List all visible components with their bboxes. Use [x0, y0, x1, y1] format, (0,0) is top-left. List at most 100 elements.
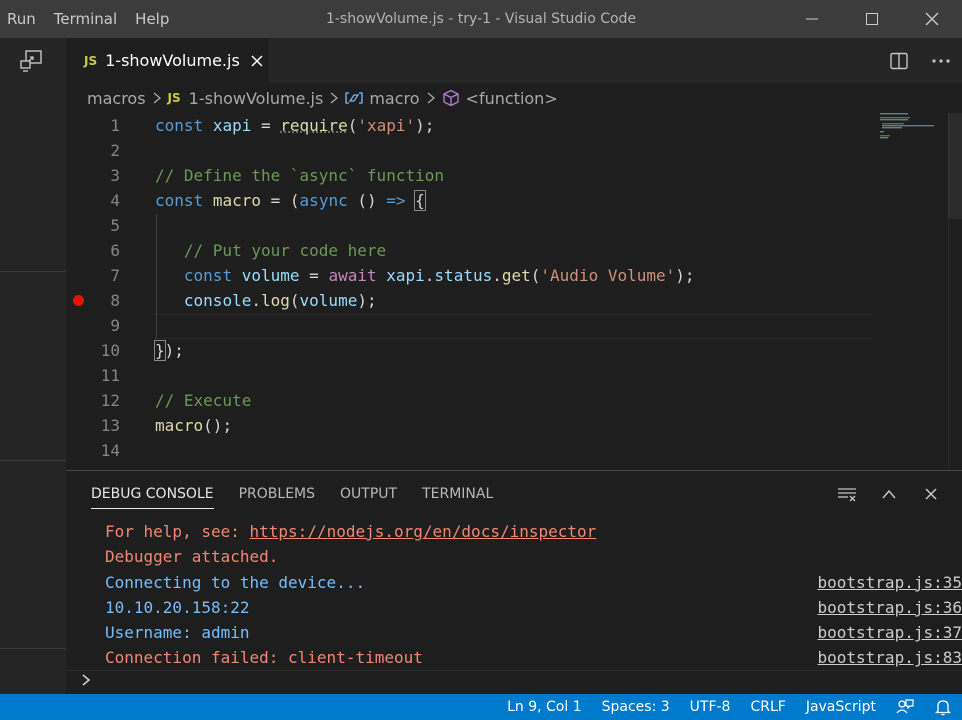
activity-bar — [0, 38, 66, 694]
clear-console-button[interactable] — [826, 480, 868, 508]
code-line[interactable]: 13 macro(); — [66, 413, 886, 438]
menu-terminal[interactable]: Terminal — [46, 10, 127, 28]
line-number: 3 — [110, 166, 120, 185]
status-eol[interactable]: CRLF — [740, 694, 795, 720]
panel-tabs: DEBUG CONSOLE PROBLEMS OUTPUT TERMINAL — [66, 471, 493, 517]
code-line[interactable]: 10 }); — [66, 338, 886, 363]
code-line[interactable]: 14 — [66, 438, 886, 463]
minimize-button[interactable] — [782, 0, 842, 38]
console-link[interactable]: https://nodejs.org/en/docs/inspector — [250, 522, 597, 541]
clear-console-icon — [838, 488, 856, 502]
vertical-scrollbar[interactable] — [948, 113, 962, 470]
status-encoding[interactable]: UTF-8 — [680, 694, 741, 720]
line-number: 8 — [110, 291, 120, 310]
breadcrumb-symbol[interactable]: macro — [345, 89, 420, 108]
status-bar-right: Ln 9, Col 1 Spaces: 3 UTF-8 CRLF JavaScr… — [497, 694, 962, 720]
code-line[interactable]: 3 // Define the `async` function — [66, 163, 886, 188]
feedback-icon[interactable] — [886, 694, 924, 720]
title-bar: Run Terminal Help 1-showVolume.js - try-… — [0, 0, 962, 38]
maximize-icon — [866, 13, 878, 25]
status-language[interactable]: JavaScript — [796, 694, 886, 720]
tab-problems[interactable]: PROBLEMS — [239, 471, 315, 502]
breadcrumb-function[interactable]: <function> — [442, 89, 558, 108]
close-icon[interactable] — [250, 54, 264, 68]
code-line[interactable]: 1 const xapi = require('xapi'); — [66, 113, 886, 138]
code-line[interactable]: 4 const macro = (async () => { — [66, 188, 886, 213]
code-line[interactable]: 9 — [66, 313, 886, 338]
activity-divider — [0, 460, 66, 461]
breadcrumb-folder[interactable]: macros — [87, 89, 146, 108]
bell-icon[interactable] — [924, 694, 962, 720]
code-text: console.log(volume); — [183, 291, 377, 310]
code-text: const xapi = require('xapi'); — [155, 116, 435, 135]
line-number: 1 — [110, 116, 120, 135]
line-number: 14 — [100, 441, 120, 460]
tab-debug-console[interactable]: DEBUG CONSOLE — [91, 471, 214, 509]
code-line[interactable]: 8 console.log(volume); — [66, 288, 886, 313]
tab-label: 1-showVolume.js — [105, 51, 240, 70]
source-link[interactable]: bootstrap.js:37 — [818, 620, 962, 645]
console-message: Connection failed: client-timeout — [105, 648, 423, 668]
menu-bar: Run Terminal Help — [0, 0, 179, 38]
menu-run[interactable]: Run — [0, 10, 46, 28]
breadcrumb-file[interactable]: JS 1-showVolume.js — [168, 89, 324, 108]
code-editor[interactable]: 1 const xapi = require('xapi'); 2 3 // D… — [66, 113, 962, 470]
close-panel-button[interactable] — [910, 480, 952, 508]
tab-1-showvolume[interactable]: JS 1-showVolume.js — [66, 38, 269, 83]
menu-help[interactable]: Help — [127, 10, 179, 28]
source-link[interactable]: bootstrap.js:35 — [818, 570, 962, 595]
panel-actions — [826, 480, 952, 508]
console-line: For help, see: https://nodejs.org/en/doc… — [66, 519, 962, 544]
variable-icon — [345, 91, 363, 105]
close-icon — [925, 12, 939, 26]
tab-output[interactable]: OUTPUT — [340, 471, 397, 502]
close-window-button[interactable] — [902, 0, 962, 38]
status-indentation[interactable]: Spaces: 3 — [592, 694, 680, 720]
remote-explorer-icon[interactable] — [18, 48, 44, 74]
more-actions-button[interactable] — [920, 38, 962, 83]
chevron-right-icon — [152, 92, 162, 104]
code-comment: // Define the `async` function — [155, 166, 444, 185]
function-cube-icon — [442, 89, 460, 107]
line-number: 13 — [100, 416, 120, 435]
tab-terminal[interactable]: TERMINAL — [422, 471, 493, 502]
line-number: 9 — [110, 316, 120, 335]
line-number: 6 — [110, 241, 120, 260]
line-number: 5 — [110, 216, 120, 235]
status-cursor-position[interactable]: Ln 9, Col 1 — [497, 694, 592, 720]
code-line[interactable]: 12 // Execute — [66, 388, 886, 413]
code-line[interactable]: 11 — [66, 363, 886, 388]
chevron-up-icon — [882, 489, 896, 499]
window-controls — [782, 0, 962, 38]
maximize-button[interactable] — [842, 0, 902, 38]
status-bar: Ln 9, Col 1 Spaces: 3 UTF-8 CRLF JavaScr… — [0, 694, 962, 720]
console-message: Connecting to the device... — [105, 572, 366, 592]
chevron-right-prompt-icon — [82, 674, 91, 686]
line-number: 7 — [110, 266, 120, 285]
code-line[interactable]: 6 // Put your code here — [66, 238, 886, 263]
breadcrumb-file-label: 1-showVolume.js — [188, 88, 324, 108]
code-line[interactable]: 2 — [66, 138, 886, 163]
console-line: 10.10.20.158:22 bootstrap.js:36 — [66, 595, 962, 620]
breadcrumb-function-label: <function> — [465, 88, 558, 108]
editor-actions — [878, 38, 962, 83]
maximize-panel-button[interactable] — [868, 480, 910, 508]
source-link[interactable]: bootstrap.js:36 — [818, 595, 962, 620]
source-link[interactable]: bootstrap.js:83 — [818, 645, 962, 670]
code-text: }); — [154, 340, 184, 361]
minimap[interactable] — [876, 113, 946, 213]
console-line: Connecting to the device... bootstrap.js… — [66, 570, 962, 595]
code-line[interactable]: 7 const volume = await xapi.status.get('… — [66, 263, 886, 288]
console-input-divider — [66, 670, 962, 671]
console-input[interactable] — [80, 672, 92, 688]
console-text: For help, see: — [105, 522, 250, 541]
split-editor-button[interactable] — [878, 38, 920, 83]
javascript-file-icon: JS — [84, 53, 98, 68]
code-line[interactable]: 5 — [66, 213, 886, 238]
chevron-right-icon — [329, 92, 339, 104]
code-text: const volume = await xapi.status.get('Au… — [183, 266, 695, 285]
console-message: For help, see: https://nodejs.org/en/doc… — [105, 519, 596, 544]
activity-divider — [0, 271, 66, 272]
scrollbar-thumb[interactable] — [948, 113, 962, 219]
line-number: 10 — [100, 341, 120, 360]
